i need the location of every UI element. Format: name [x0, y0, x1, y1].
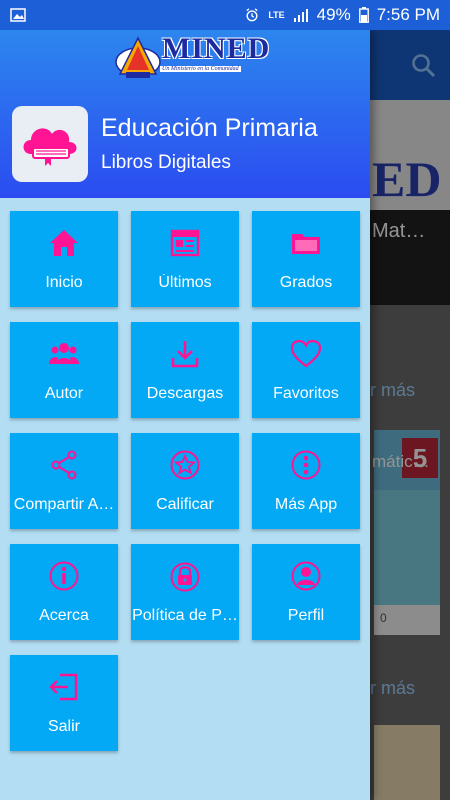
menu-item-compartir[interactable]: Compartir A… [10, 433, 118, 529]
menu-item-favoritos[interactable]: Favoritos [252, 322, 360, 418]
network-type: LTE [268, 9, 285, 20]
app-title: Educación Primaria [101, 114, 318, 142]
menu-item-ultimos[interactable]: Últimos [131, 211, 239, 307]
menu-item-label: Inicio [45, 274, 83, 291]
menu-item-salir[interactable]: Salir [10, 655, 118, 751]
menu-item-perfil[interactable]: Perfil [252, 544, 360, 640]
menu-item-grados[interactable]: Grados [252, 211, 360, 307]
menu-item-label: Acerca [39, 607, 89, 624]
logo-subtitle: Un Ministerio en la Comunidad [160, 66, 241, 72]
menu-item-label: Autor [44, 385, 84, 402]
signal-icon [293, 9, 308, 22]
status-bar: LTE 49% 7:56 PM [0, 0, 450, 30]
menu-item-inicio[interactable]: Inicio [10, 211, 118, 307]
download-icon [171, 341, 199, 368]
star-icon [170, 450, 200, 480]
menu-item-politica[interactable]: Política de P… [131, 544, 239, 640]
menu-item-label: Perfil [287, 607, 325, 624]
folder-icon [292, 234, 320, 254]
home-icon [50, 230, 78, 256]
menu-item-label: Calificar [156, 496, 214, 513]
newspaper-icon [170, 229, 200, 257]
background-app: ED Mat… r más 5 0 mátic… r más [370, 30, 450, 800]
menu-item-descargas[interactable]: Descargas [131, 322, 239, 418]
group-icon [49, 343, 79, 364]
scrim-overlay[interactable] [370, 30, 450, 800]
menu-item-acerca[interactable]: Acerca [10, 544, 118, 640]
menu-item-label: Salir [47, 718, 80, 735]
menu-item-label: Grados [279, 274, 333, 291]
alarm-icon [246, 8, 258, 22]
app-subtitle: Libros Digitales [101, 152, 231, 173]
mined-logo-emblem-icon [115, 36, 161, 78]
menu-item-mas-app[interactable]: Más App [252, 433, 360, 529]
menu-item-label: Compartir A… [13, 496, 115, 513]
battery-percent: 49% [316, 5, 351, 24]
clock: 7:56 PM [376, 5, 440, 24]
menu-item-label: Descargas [146, 385, 224, 402]
logo-title: MINED [162, 32, 271, 65]
info-icon [49, 561, 79, 591]
share-icon [51, 450, 77, 480]
battery-icon [358, 7, 369, 23]
menu-item-label: Últimos [158, 274, 212, 291]
more-icon [291, 450, 321, 480]
menu-item-label: Política de P… [132, 607, 238, 624]
heart-icon [290, 339, 322, 368]
cloud-book-icon [23, 128, 77, 166]
menu-item-label: Favoritos [273, 385, 339, 402]
app-icon [12, 106, 88, 182]
menu-item-autor[interactable]: Autor [10, 322, 118, 418]
mined-logo: MINED Un Ministerio en la Comunidad [112, 32, 269, 84]
navigation-drawer: MINED Un Ministerio en la Comunidad Educ… [0, 30, 370, 800]
logout-icon [49, 673, 78, 701]
menu-item-calificar[interactable]: Calificar [131, 433, 239, 529]
lock-icon [170, 562, 200, 592]
drawer-header: MINED Un Ministerio en la Comunidad Educ… [0, 30, 370, 198]
profile-icon [291, 561, 321, 591]
gallery-notification-icon [10, 8, 26, 22]
menu-item-label: Más App [274, 496, 338, 513]
